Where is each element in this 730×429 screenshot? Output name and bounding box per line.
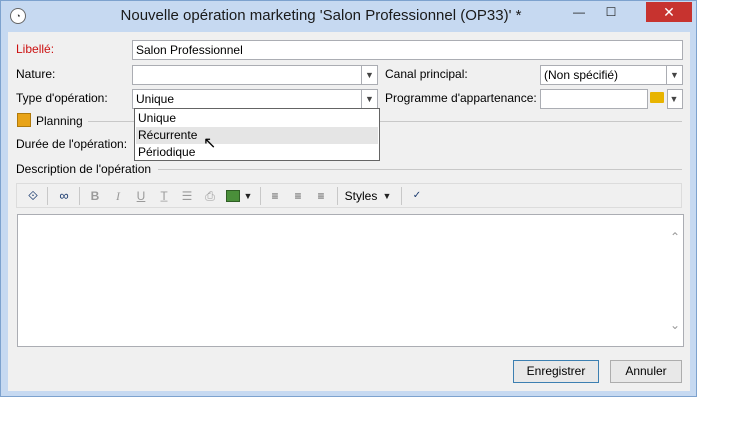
dropdown-option-unique[interactable]: Unique [136, 110, 378, 127]
description-label: Description de l'opération [16, 162, 152, 176]
window-title: Nouvelle opération marketing 'Salon Prof… [120, 7, 522, 24]
dropdown-option-recurrente[interactable]: Récurrente [136, 127, 378, 144]
maximize-button[interactable]: ☐ [597, 2, 625, 22]
programme-label: Programme d'appartenance: [385, 91, 537, 105]
print-icon[interactable]: ⎙ [202, 187, 218, 205]
chevron-down-icon[interactable]: ▼ [361, 66, 377, 84]
editor-toolbar: ⟐ ∞ B I U T̲ ☰ ⎙ ▼ ≡ ≡ ≡ Styles ▼ ✓ [16, 183, 682, 208]
toolbar-separator [401, 187, 402, 205]
close-button[interactable]: ✕ [646, 2, 692, 22]
minimize-button[interactable]: — [565, 2, 593, 22]
type-select-value: Unique [136, 92, 175, 106]
spellcheck-icon[interactable]: ✓ [408, 187, 426, 205]
align-right-icon[interactable]: ≡ [313, 187, 329, 205]
nature-select[interactable]: ▼ [132, 65, 378, 85]
calendar-icon [17, 113, 31, 127]
align-left-icon[interactable]: ≡ [267, 187, 283, 205]
folder-icon[interactable] [650, 92, 664, 103]
canal-select-value: (Non spécifié) [544, 68, 619, 82]
type-select[interactable]: Unique ▼ [132, 89, 378, 109]
type-label: Type d'opération: [16, 91, 108, 105]
toolbar-separator [79, 187, 80, 205]
dialog-client-area: Libellé: Salon Professionnel Nature: ▼ C… [8, 32, 690, 391]
toolbar-separator [337, 187, 338, 205]
type-dropdown-list: Unique Récurrente Périodique [134, 108, 380, 161]
bold-button[interactable]: B [87, 187, 103, 205]
scroll-down-icon[interactable]: ⌄ [670, 318, 680, 332]
libelle-input[interactable]: Salon Professionnel [132, 40, 683, 60]
chevron-down-icon[interactable]: ▼ [381, 187, 393, 205]
source-code-icon[interactable]: ⟐ [23, 187, 43, 205]
canal-select[interactable]: (Non spécifié) ▼ [540, 65, 683, 85]
bullet-list-icon[interactable]: ☰ [179, 187, 195, 205]
description-editor[interactable]: ⌃ ⌄ [17, 214, 684, 347]
toolbar-separator [47, 187, 48, 205]
title-bar[interactable]: ◔ Nouvelle opération marketing 'Salon Pr… [1, 1, 696, 31]
chevron-down-icon[interactable]: ▼ [242, 187, 254, 205]
image-icon[interactable] [226, 190, 240, 202]
programme-dropdown[interactable]: ▼ [667, 89, 683, 109]
chevron-down-icon[interactable]: ▼ [361, 90, 377, 108]
description-separator [158, 169, 682, 170]
programme-input[interactable] [540, 89, 648, 109]
italic-button[interactable]: I [110, 187, 126, 205]
cancel-button[interactable]: Annuler [610, 360, 682, 383]
libelle-label: Libellé: [16, 42, 55, 56]
duree-label: Durée de l'opération: [16, 137, 128, 151]
planning-label: Planning [36, 114, 83, 128]
clear-format-icon[interactable]: T̲ [156, 187, 172, 205]
dialog-window: ◔ Nouvelle opération marketing 'Salon Pr… [0, 0, 697, 397]
nature-label: Nature: [16, 67, 56, 81]
toolbar-separator [260, 187, 261, 205]
save-button[interactable]: Enregistrer [513, 360, 599, 383]
chevron-down-icon[interactable]: ▼ [668, 90, 682, 108]
canal-label: Canal principal: [385, 67, 468, 81]
chevron-down-icon[interactable]: ▼ [666, 66, 682, 84]
scroll-up-icon[interactable]: ⌃ [670, 230, 680, 244]
align-center-icon[interactable]: ≡ [290, 187, 306, 205]
mouse-cursor-icon: ↖ [203, 135, 217, 152]
styles-dropdown[interactable]: Styles [343, 187, 379, 205]
underline-button[interactable]: U [133, 187, 149, 205]
dropdown-option-periodique[interactable]: Périodique [136, 144, 378, 161]
binoculars-icon[interactable]: ∞ [54, 187, 74, 205]
